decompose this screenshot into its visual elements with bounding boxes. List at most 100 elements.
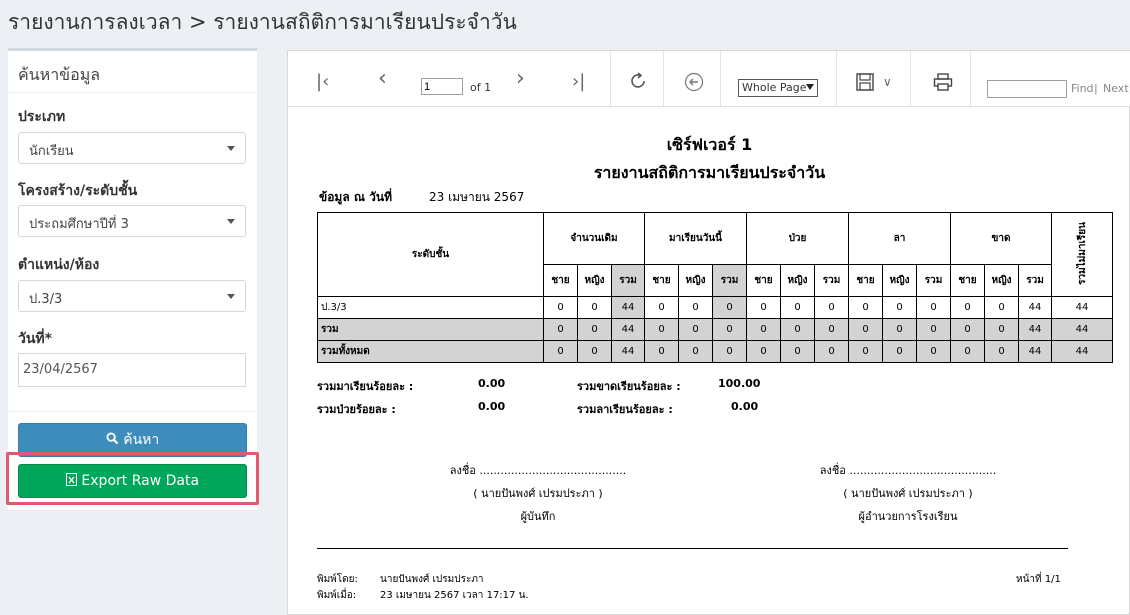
row-label: รวม [317,318,544,341]
table-row: รวมทั้งหมด 0 0 44 0 0 0 0 0 0 0 0 0 0 0 44 44 [317,340,1113,363]
table-cell: 44 [611,340,645,363]
table-cell: 0 [712,318,747,341]
back-icon[interactable] [684,72,704,92]
printed-at-label: พิมพ์เมื่อ: [317,590,357,601]
group-header-leave: ลา [848,212,951,265]
table-cell: 0 [577,296,612,319]
table-cell: 0 [984,318,1019,341]
sub-total: รวม [712,264,747,297]
table-row: รวม 0 0 44 0 0 0 0 0 0 0 0 0 0 0 44 44 [317,318,1113,341]
table-cell: 0 [882,318,917,341]
first-page-icon[interactable]: |‹ [316,73,329,91]
asof-label: ข้อมูล ณ วันที่ [319,190,393,204]
table-cell: 0 [916,340,951,363]
present-percent-value: 0.00 [478,377,506,390]
find-link[interactable]: Find [1071,82,1094,95]
previous-page-icon[interactable]: ‹ [378,68,387,90]
position-select[interactable]: ป.3/3 [18,280,246,312]
table-cell: 44 [1051,296,1113,319]
asof-value: 23 เมษายน 2567 [429,190,525,204]
find-input[interactable] [987,80,1067,98]
page-number-input[interactable] [421,78,463,95]
right-signature-line: ลงชื่อ .................................… [819,464,997,477]
absent-total-header-text: รวมไม่มาเรียน [1076,221,1088,285]
position-label: ตำแหน่ง/ห้อง [18,257,100,273]
sub-female: หญิง [577,264,612,297]
toolbar-separator [610,51,611,107]
sub-male: ชาย [746,264,781,297]
position-select-value: ป.3/3 [29,292,63,307]
last-page-icon[interactable]: ›| [572,73,585,91]
table-cell: 0 [814,318,849,341]
table-cell: 0 [950,318,985,341]
structure-select[interactable]: ประถมศึกษาปีที่ 3 [18,205,246,237]
chevron-down-icon [806,84,814,90]
row-label: ป.3/3 [317,296,544,319]
table-cell: 44 [611,318,645,341]
page-count-text: of 1 [470,81,492,94]
report-title: รายงานสถิติการมาเรียนประจำวัน [593,163,826,182]
right-signature-name: ( นายปันพงศ์ เปรมประภา ) [843,487,973,500]
sub-total: รวม [814,264,849,297]
zoom-select-value: Whole Page [742,81,807,94]
table-cell: 0 [814,340,849,363]
left-signature-role: ผู้บันทึก [520,510,556,523]
table-cell: 0 [916,318,951,341]
sub-female: หญิง [678,264,713,297]
type-select-value: นักเรียน [29,144,74,159]
next-page-icon[interactable]: › [516,68,525,90]
type-select[interactable]: นักเรียน [18,132,246,164]
report-viewer: |‹ ‹ of 1 › ›| Whole Page ∨ [287,50,1130,615]
print-icon[interactable] [933,72,953,92]
table-cell: 0 [712,296,747,319]
table-cell: 0 [882,340,917,363]
chevron-down-icon[interactable]: ∨ [883,73,892,91]
attendance-table: ระดับชั้น จำนวนเดิม มาเรียนวันนี้ ป่วย ล… [317,212,1113,363]
sub-total: รวม [611,264,645,297]
next-link[interactable]: Next [1103,82,1129,95]
table-cell: 0 [577,318,612,341]
group-header-absent: ขาด [950,212,1052,265]
structure-select-value: ประถมศึกษาปีที่ 3 [29,217,129,232]
table-cell: 0 [950,296,985,319]
table-cell: 0 [678,296,713,319]
table-cell: 44 [1018,296,1052,319]
table-cell: 0 [746,296,781,319]
zoom-select[interactable]: Whole Page [738,79,818,97]
type-label: ประเภท [18,109,66,125]
absent-total-header: รวมไม่มาเรียน [1051,212,1113,297]
table-cell: 44 [1018,340,1052,363]
table-cell: 0 [848,296,883,319]
present-percent-label: รวมมาเรียนร้อยละ : [317,380,414,393]
group-header-sick: ป่วย [746,212,849,265]
panel-title: ค้นหาข้อมูล [8,51,257,93]
chevron-down-icon [227,294,235,299]
footer-divider [317,548,1068,549]
sub-male: ชาย [644,264,679,297]
table-cell: 0 [543,318,578,341]
date-label: วันที่* [18,331,52,347]
sub-female: หญิง [984,264,1019,297]
chevron-down-icon [227,219,235,224]
refresh-icon[interactable] [628,71,648,91]
table-row: ป.3/3 0 0 44 0 0 0 0 0 0 0 0 0 0 0 44 44 [317,296,1113,319]
search-button-label: ค้นหา [123,432,160,448]
table-cell: 0 [780,340,815,363]
page-indicator: หน้าที่ 1/1 [1016,574,1061,585]
printed-by-label: พิมพ์โดย: [317,574,358,585]
table-cell: 0 [678,318,713,341]
panel-divider [8,411,257,412]
report-toolbar: |‹ ‹ of 1 › ›| Whole Page ∨ [288,51,1130,107]
table-cell: 0 [950,340,985,363]
sub-male: ชาย [848,264,883,297]
toolbar-separator [970,51,971,107]
date-input[interactable]: 23/04/2567 [18,353,246,387]
sick-percent-label: รวมป่วยร้อยละ : [317,403,396,416]
table-cell: 0 [577,340,612,363]
left-signature-name: ( นายปันพงศ์ เปรมประภา ) [473,487,603,500]
row-label: รวมทั้งหมด [317,340,544,363]
save-icon[interactable] [856,73,874,91]
table-cell: 0 [543,296,578,319]
table-cell: 0 [780,318,815,341]
absent-percent-value: 100.00 [718,377,761,390]
